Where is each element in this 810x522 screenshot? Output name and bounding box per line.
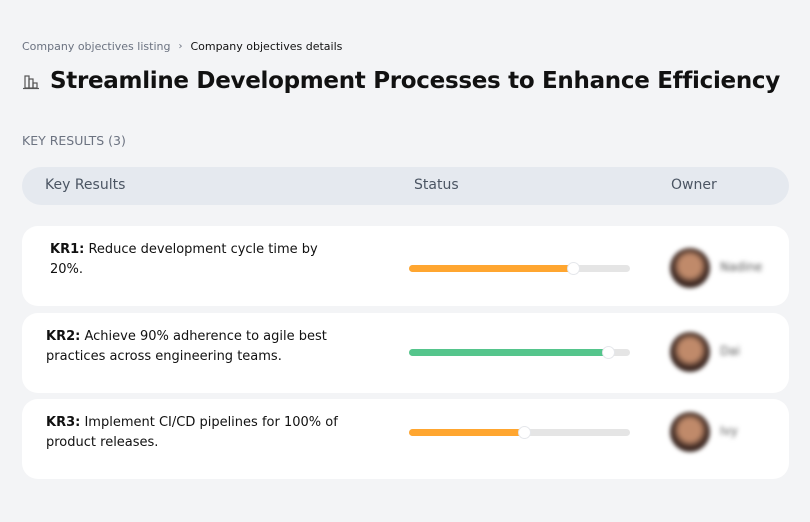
progress-bar[interactable] bbox=[409, 262, 630, 275]
owner-name: Dai bbox=[720, 344, 740, 358]
breadcrumb-current: Company objectives details bbox=[190, 40, 343, 53]
progress-bar[interactable] bbox=[409, 346, 630, 359]
progress-fill bbox=[409, 349, 608, 356]
progress-thumb[interactable] bbox=[517, 426, 531, 439]
progress-fill bbox=[409, 429, 524, 436]
key-result-description: Achieve 90% adherence to agile best prac… bbox=[46, 329, 327, 364]
avatar bbox=[670, 412, 710, 452]
key-result-text: KR3: Implement CI/CD pipelines for 100% … bbox=[46, 413, 346, 453]
owner-name: Ivy bbox=[720, 424, 738, 438]
progress-fill bbox=[409, 265, 573, 272]
key-result-row[interactable]: KR1: Reduce development cycle time by 20… bbox=[22, 226, 789, 306]
key-results-count: KEY RESULTS (3) bbox=[22, 133, 126, 148]
key-result-text: KR2: Achieve 90% adherence to agile best… bbox=[46, 327, 346, 367]
chevron-right-icon: › bbox=[178, 41, 183, 52]
progress-bar[interactable] bbox=[409, 426, 630, 439]
header-owner: Owner bbox=[671, 177, 717, 193]
progress-thumb[interactable] bbox=[566, 262, 580, 275]
table-header: Key Results Status Owner bbox=[22, 167, 789, 205]
key-result-id: KR2: bbox=[46, 329, 81, 344]
owner-name: Nadine bbox=[720, 260, 763, 274]
header-key-results: Key Results bbox=[45, 177, 126, 193]
key-result-row[interactable]: KR2: Achieve 90% adherence to agile best… bbox=[22, 313, 789, 393]
key-result-row[interactable]: KR3: Implement CI/CD pipelines for 100% … bbox=[22, 399, 789, 479]
key-result-id: KR1: bbox=[50, 242, 85, 257]
objective-title: Streamline Development Processes to Enha… bbox=[50, 68, 780, 94]
key-result-text: KR1: Reduce development cycle time by 20… bbox=[50, 240, 350, 280]
key-result-description: Implement CI/CD pipelines for 100% of pr… bbox=[46, 415, 338, 450]
key-result-description: Reduce development cycle time by 20%. bbox=[50, 242, 318, 277]
breadcrumb: Company objectives listing › Company obj… bbox=[22, 40, 342, 53]
page-title: Streamline Development Processes to Enha… bbox=[22, 68, 780, 94]
avatar bbox=[670, 248, 710, 288]
breadcrumb-parent-link[interactable]: Company objectives listing bbox=[22, 40, 170, 53]
header-status: Status bbox=[414, 177, 459, 193]
avatar bbox=[670, 332, 710, 372]
building-icon bbox=[23, 75, 39, 90]
progress-thumb[interactable] bbox=[601, 346, 615, 359]
key-result-id: KR3: bbox=[46, 415, 81, 430]
